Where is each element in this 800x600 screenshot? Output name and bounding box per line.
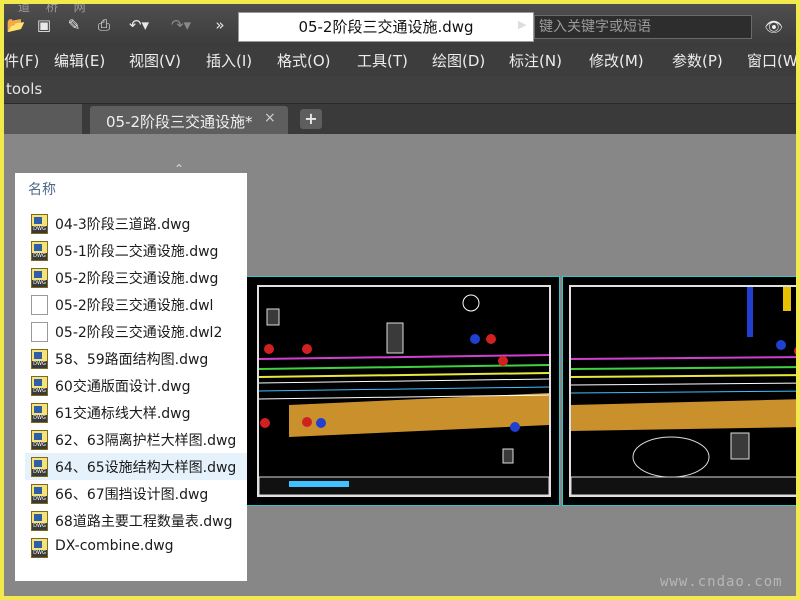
menu-edit[interactable]: 编辑(E): [54, 52, 105, 70]
document-title: 05-2阶段三交通设施.dwg: [238, 12, 534, 42]
file-name: 64、65设施结构大样图.dwg: [55, 460, 237, 476]
dwg-file-icon: [31, 484, 48, 504]
file-name: 05-1阶段二交通设施.dwg: [55, 244, 219, 260]
menu-format[interactable]: 格式(O): [277, 52, 331, 70]
list-item[interactable]: 61交通标线大样.dwg: [25, 399, 247, 426]
watermark: www.cndao.com: [660, 574, 783, 590]
list-item[interactable]: 66、67围挡设计图.dwg: [25, 480, 247, 507]
file-name: 04-3阶段三道路.dwg: [55, 217, 191, 233]
more-icon[interactable]: »: [210, 16, 230, 34]
road-plan-drawing: [570, 287, 796, 496]
menu-insert[interactable]: 插入(I): [206, 52, 252, 70]
list-item[interactable]: 60交通版面设计.dwg: [25, 372, 247, 399]
tab-start[interactable]: [4, 104, 82, 134]
new-tab-button[interactable]: +: [300, 109, 322, 129]
file-name: 61交通标线大样.dwg: [55, 406, 191, 422]
dwg-file-icon: [31, 268, 48, 288]
list-item[interactable]: 05-1阶段二交通设施.dwg: [25, 237, 247, 264]
menu-draw[interactable]: 绘图(D): [432, 52, 485, 70]
menu-parametric[interactable]: 参数(P): [672, 52, 723, 70]
dwg-file-icon: [31, 376, 48, 396]
search-input[interactable]: 键入关键字或短语: [534, 15, 752, 39]
blank-file-icon: [31, 295, 48, 315]
file-name: 58、59路面结构图.dwg: [55, 352, 209, 368]
dwg-file-icon: [31, 511, 48, 531]
list-item[interactable]: 05-2阶段三交通设施.dwl2: [25, 318, 247, 345]
menu-file[interactable]: 件(F): [4, 52, 39, 70]
close-icon[interactable]: ×: [264, 110, 276, 126]
menu-view[interactable]: 视图(V): [129, 52, 181, 70]
list-item[interactable]: 58、59路面结构图.dwg: [25, 345, 247, 372]
watermark-top: 道 桥 网: [18, 4, 92, 14]
drawing-sheet-left[interactable]: [240, 276, 560, 506]
print-icon[interactable]: ⎙: [94, 16, 114, 34]
undo-icon[interactable]: ↶▾: [124, 16, 154, 34]
search-expand-icon[interactable]: ▶: [518, 18, 528, 32]
menu-dimension[interactable]: 标注(N): [509, 52, 562, 70]
dwg-file-icon: [31, 538, 48, 558]
redo-icon[interactable]: ↷▾: [166, 16, 196, 34]
tab-label: 05-2阶段三交通设施*: [106, 113, 253, 131]
dwg-file-icon: [31, 349, 48, 369]
column-header-name[interactable]: 名称: [28, 179, 56, 199]
file-name: 66、67围挡设计图.dwg: [55, 487, 209, 503]
file-name: 05-2阶段三交通设施.dwl2: [55, 325, 223, 341]
dwg-file-icon: [31, 457, 48, 477]
dwg-file-icon: [31, 403, 48, 423]
dwg-file-icon: [31, 430, 48, 450]
dwg-file-icon: [31, 214, 48, 234]
autocad-window: 道 桥 网 📂 ▣ ✎ ⎙ ↶▾ ↷▾ » 05-2阶段三交通设施.dwg ▶ …: [4, 4, 796, 596]
blank-file-icon: [31, 322, 48, 342]
tab-document[interactable]: 05-2阶段三交通设施* ×: [90, 106, 288, 134]
dwg-file-icon: [31, 241, 48, 261]
file-list-panel: 名称 04-3阶段三道路.dwg 05-1阶段二交通设施.dwg 05-2阶段三…: [15, 173, 247, 581]
list-item[interactable]: 04-3阶段三道路.dwg: [25, 210, 247, 237]
list-item[interactable]: 68道路主要工程数量表.dwg: [25, 507, 247, 534]
tab-bar: 05-2阶段三交通设施* × +: [4, 104, 796, 134]
file-name: 05-2阶段三交通设施.dwl: [55, 298, 214, 314]
road-plan-drawing: [258, 294, 550, 496]
file-name: 05-2阶段三交通设施.dwg: [55, 271, 219, 287]
drawing-sheet-right[interactable]: [562, 276, 796, 506]
file-name: 62、63隔离护栏大样图.dwg: [55, 433, 237, 449]
menu-window[interactable]: 窗口(W: [747, 52, 796, 70]
save-icon[interactable]: ▣: [34, 16, 54, 34]
sheet-frame: [257, 285, 551, 497]
file-name: 60交通版面设计.dwg: [55, 379, 191, 395]
title-bar: 道 桥 网 📂 ▣ ✎ ⎙ ↶▾ ↷▾ » 05-2阶段三交通设施.dwg ▶ …: [4, 4, 796, 46]
list-item[interactable]: DX-combine.dwg: [25, 534, 247, 561]
file-name: 68道路主要工程数量表.dwg: [55, 514, 233, 530]
menu-bar: 件(F) 编辑(E) 视图(V) 插入(I) 格式(O) 工具(T) 绘图(D)…: [4, 46, 796, 76]
menu-tools[interactable]: 工具(T): [357, 52, 408, 70]
sheet-frame: [569, 285, 796, 497]
open-icon[interactable]: 📂: [6, 16, 26, 34]
menu-modify[interactable]: 修改(M): [589, 52, 644, 70]
tools-label[interactable]: tools: [6, 80, 42, 98]
list-item[interactable]: 62、63隔离护栏大样图.dwg: [25, 426, 247, 453]
list-item-selected[interactable]: 64、65设施结构大样图.dwg: [25, 453, 247, 480]
list-item[interactable]: 05-2阶段三交通设施.dwg: [25, 264, 247, 291]
binoculars-icon[interactable]: 👁: [762, 16, 786, 38]
file-name: DX-combine.dwg: [55, 538, 174, 554]
list-item[interactable]: 05-2阶段三交通设施.dwl: [25, 291, 247, 318]
save-as-icon[interactable]: ✎: [64, 16, 84, 34]
tools-bar: tools: [4, 76, 796, 104]
